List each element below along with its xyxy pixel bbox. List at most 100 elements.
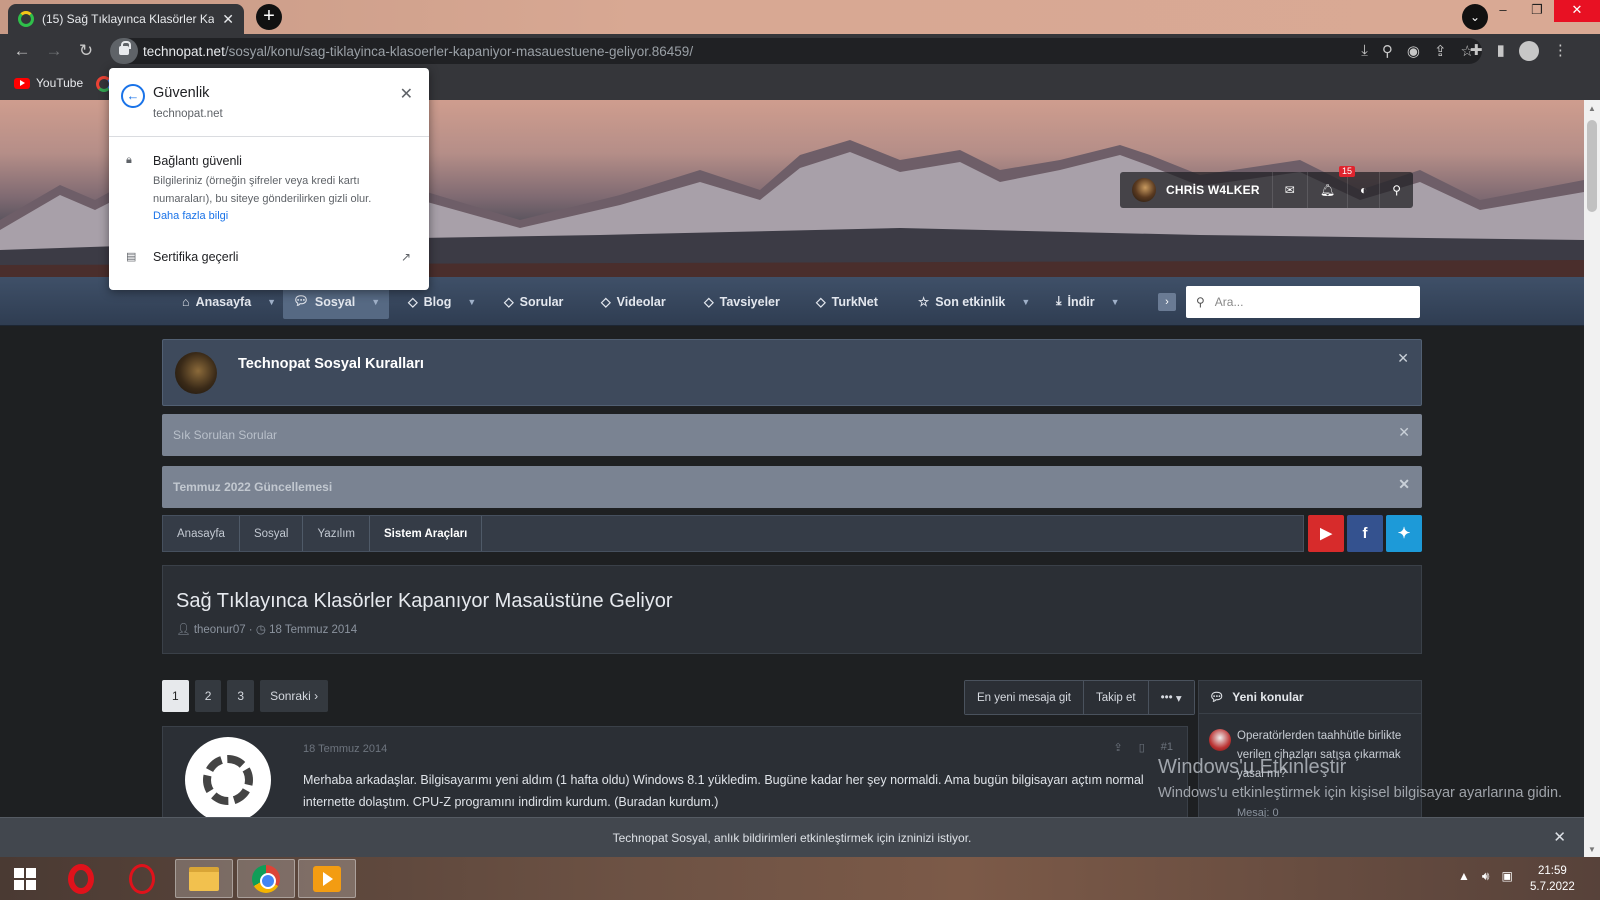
youtube-share-button[interactable]: ▶ — [1308, 515, 1344, 552]
messages-button[interactable]: ✉ — [1271, 172, 1307, 208]
nav-tavsiyeler[interactable]: ◇ Tavsiyeler — [694, 284, 790, 319]
certificate-link[interactable]: Sertifika geçerli — [153, 250, 238, 264]
reload-button[interactable]: ↻ — [76, 41, 96, 61]
forward-button[interactable]: → — [44, 41, 64, 61]
scroll-down-icon[interactable]: ▼ — [1588, 845, 1596, 854]
breadcrumb-item[interactable]: Sistem Araçları — [370, 516, 483, 551]
start-button[interactable] — [0, 857, 50, 900]
tab-close-icon[interactable]: ✕ — [222, 11, 234, 28]
chevron-down-icon[interactable]: ▼ — [1111, 297, 1120, 307]
nav-label: Sorular — [519, 294, 564, 309]
facebook-share-button[interactable]: f — [1347, 515, 1383, 552]
nav-search-input[interactable]: ⚲ Ara... — [1186, 286, 1420, 318]
chevron-down-icon[interactable]: ▼ — [267, 297, 276, 307]
thread-date[interactable]: 18 Temmuz 2014 — [269, 624, 357, 636]
next-page-button[interactable]: Sonraki › — [260, 680, 329, 712]
chevron-down-icon[interactable]: ▼ — [467, 297, 476, 307]
taskbar-opera[interactable] — [52, 859, 110, 898]
theme-toggle-button[interactable]: ◐ — [1347, 172, 1379, 208]
scroll-up-icon[interactable]: ▲ — [1588, 104, 1596, 113]
nav-sorular[interactable]: ◇ Sorular — [494, 284, 573, 319]
taskbar-clock[interactable]: 21:59 5.7.2022 — [1530, 863, 1575, 895]
taskbar-chrome[interactable] — [237, 859, 295, 898]
lock-icon — [119, 41, 131, 55]
bookmark-icon[interactable]: ▯ — [1139, 741, 1145, 754]
profile-avatar-icon[interactable] — [1518, 41, 1539, 61]
chat-icon: 💬︎ — [293, 294, 309, 308]
back-arrow-icon[interactable]: ← — [121, 84, 145, 108]
notice-rules[interactable]: Technopat Sosyal Kuralları ✕ — [162, 339, 1422, 406]
new-tab-button[interactable]: + — [256, 4, 282, 30]
browser-tab-active[interactable]: (15) Sağ Tıklayınca Klasörler Kapa ✕ — [8, 4, 244, 34]
scroll-thumb[interactable] — [1587, 120, 1597, 212]
extensions-icon[interactable]: ✚ — [1470, 41, 1483, 61]
taskbar-opera-gx[interactable] — [113, 859, 171, 898]
external-link-icon[interactable]: ↗ — [401, 250, 411, 264]
page-2[interactable]: 2 — [194, 680, 222, 712]
taskbar-file-explorer[interactable] — [175, 859, 233, 898]
url-text[interactable]: technopat.net/sosyal/konu/sag-tiklayinca… — [143, 44, 693, 59]
facebook-icon: f — [1362, 525, 1368, 542]
learn-more-link[interactable]: Daha fazla bilgi — [153, 210, 228, 222]
restore-button[interactable]: ❐ — [1520, 0, 1554, 22]
share-icon[interactable]: ⇪ — [1434, 42, 1447, 60]
page-3[interactable]: 3 — [227, 680, 255, 712]
latest-post-button[interactable]: En yeni mesaja git — [965, 681, 1084, 714]
user-name: CHRİS W4LKER — [1166, 183, 1260, 197]
close-icon[interactable]: ✕ — [1553, 828, 1566, 846]
breadcrumb-item[interactable]: Sosyal — [240, 516, 304, 551]
site-info-button[interactable] — [110, 38, 138, 64]
youtube-icon — [14, 77, 30, 89]
tag-icon: ◇ — [816, 295, 826, 309]
address-bar[interactable]: technopat.net/sosyal/konu/sag-tiklayinca… — [110, 38, 1482, 64]
post-number[interactable]: #1 — [1161, 741, 1173, 754]
search-placeholder: Ara... — [1214, 295, 1244, 309]
network-icon[interactable]: ▣ — [1501, 869, 1512, 884]
user-menu[interactable]: CHRİS W4LKER — [1120, 172, 1272, 208]
breadcrumb-item[interactable]: Yazılım — [303, 516, 370, 551]
notice-update[interactable]: Temmuz 2022 Güncellemesi ✕ — [162, 466, 1422, 508]
push-prompt-text[interactable]: Technopat Sosyal, anlık bildirimleri etk… — [0, 831, 1584, 845]
header-search-button[interactable]: ⚲ — [1379, 172, 1413, 208]
minimize-button[interactable]: – — [1486, 0, 1520, 22]
back-button[interactable]: ← — [12, 41, 32, 61]
close-icon[interactable]: ✕ — [1398, 476, 1410, 493]
notifications-button[interactable]: 🔔︎ 15 — [1306, 166, 1356, 208]
twitter-share-button[interactable]: ✦ — [1386, 515, 1422, 552]
tracking-icon[interactable]: ◉ — [1407, 42, 1420, 60]
bookmark-youtube[interactable]: YouTube — [14, 76, 83, 90]
nav-son-etkinlik[interactable]: ☆ Son etkinlik ▼ — [908, 284, 1040, 319]
thread-author[interactable]: theonur07 — [194, 624, 246, 636]
chevron-down-icon[interactable]: ▼ — [371, 297, 380, 307]
notice-title: Technopat Sosyal Kuralları — [238, 356, 424, 372]
nav-scroll-right-button[interactable]: › — [1158, 293, 1176, 311]
side-panel-icon[interactable]: ▮ — [1497, 41, 1505, 61]
page-1[interactable]: 1 — [162, 680, 189, 712]
new-thread-link[interactable]: Operatörlerden taahhütle birlikte verile… — [1237, 727, 1415, 784]
site-security-popup: ← Güvenlik technopat.net ✕ 🔒︎ Bağlantı g… — [109, 68, 429, 290]
install-icon[interactable]: ⤓ — [1361, 42, 1368, 60]
notice-faq[interactable]: Sık Sorulan Sorular ✕ — [162, 414, 1422, 456]
taskbar-media-player[interactable] — [298, 859, 356, 898]
follow-button[interactable]: Takip et — [1083, 681, 1149, 714]
nav-turknet[interactable]: ◇ TurkNet — [806, 284, 888, 319]
close-icon[interactable]: ✕ — [1398, 424, 1410, 441]
chevron-down-icon[interactable]: ▼ — [1021, 297, 1030, 307]
volume-icon[interactable]: 🔊︎ — [1482, 869, 1490, 884]
close-icon[interactable]: ✕ — [1397, 350, 1409, 367]
close-window-button[interactable]: ✕ — [1554, 0, 1600, 22]
chrome-menu-icon[interactable]: ⋮ — [1553, 41, 1568, 61]
close-icon[interactable]: ✕ — [400, 84, 413, 104]
tab-search-button[interactable]: ⌄ — [1462, 4, 1488, 30]
tray-expand-icon[interactable]: ▲ — [1458, 869, 1470, 884]
page-scrollbar[interactable]: ▲ ▼ — [1584, 100, 1600, 857]
thread-author-avatar[interactable] — [1209, 729, 1231, 751]
nav-videolar[interactable]: ◇ Videolar — [591, 284, 676, 319]
breadcrumb-item[interactable]: Anasayfa — [163, 516, 240, 551]
search-icon: ⚲ — [1196, 295, 1205, 309]
nav-indir[interactable]: ⤓ İndir ▼ — [1046, 284, 1130, 319]
more-actions-button[interactable]: ••• ▾ — [1148, 681, 1194, 714]
post-date[interactable]: 18 Temmuz 2014 — [303, 743, 387, 755]
share-icon[interactable]: ⇪ — [1113, 741, 1122, 754]
zoom-icon[interactable]: ⚲ — [1382, 42, 1393, 60]
